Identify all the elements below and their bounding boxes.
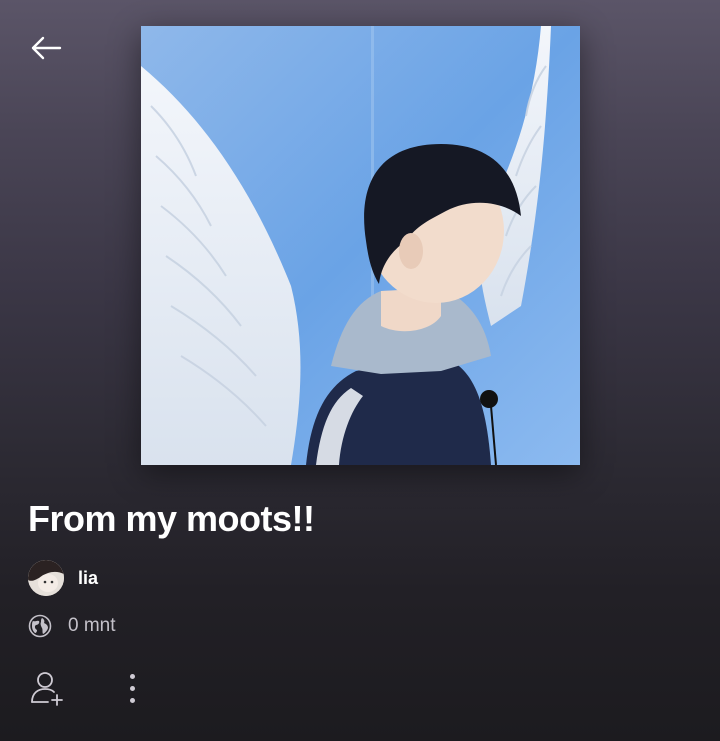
add-user-icon [31, 672, 63, 706]
playlist-cover-image [141, 26, 580, 465]
back-button[interactable] [28, 30, 64, 66]
add-user-button[interactable] [28, 668, 68, 708]
playlist-duration: 0 mnt [68, 615, 116, 636]
owner-link[interactable]: lia [28, 559, 98, 597]
globe-icon [28, 614, 52, 638]
more-vertical-icon [129, 673, 135, 679]
playlist-meta: 0 mnt [28, 612, 116, 640]
arrow-left-icon [31, 36, 62, 60]
more-options-button[interactable] [116, 668, 148, 708]
owner-name: lia [78, 567, 99, 588]
avatar [28, 560, 64, 596]
playlist-title: From my moots!! [28, 498, 315, 539]
